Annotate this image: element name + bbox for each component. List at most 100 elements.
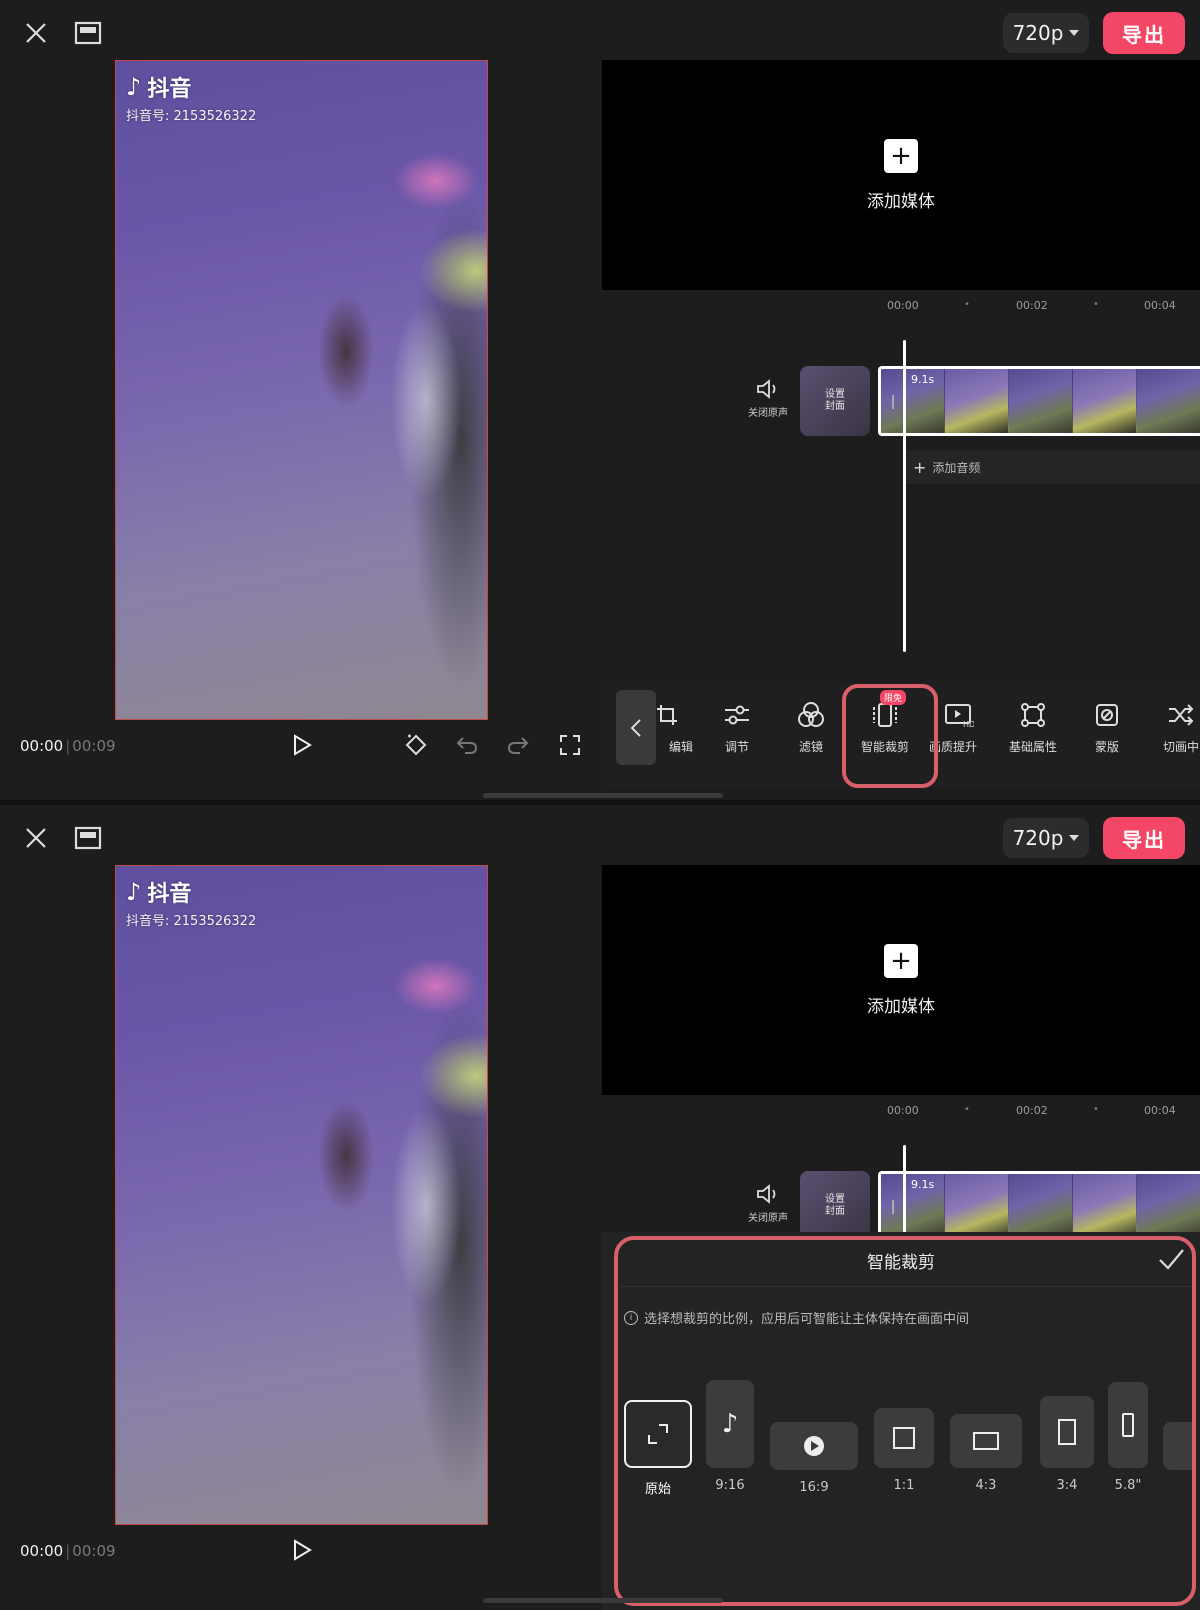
add-media-button[interactable]: + 添加媒体 xyxy=(602,60,1200,290)
ruler-dot: • xyxy=(1093,299,1099,310)
fullscreen-icon[interactable] xyxy=(553,728,587,762)
chevron-down-icon xyxy=(1069,30,1080,36)
crop-edit-icon xyxy=(652,700,682,730)
tool-filter[interactable]: 滤镜 xyxy=(776,700,846,755)
ruler-tick: 00:04 xyxy=(1144,1104,1176,1117)
tool-label: 调节 xyxy=(724,740,749,754)
add-audio-label: 添加音频 xyxy=(932,460,981,475)
timeline-ruler: 00:00 • 00:02 • 00:04 xyxy=(602,1101,1200,1121)
mute-original-button[interactable]: 关闭原声 xyxy=(743,1183,793,1224)
video-clip[interactable]: 9.1s xyxy=(878,366,1200,436)
set-cover-button[interactable]: 设置 封面 xyxy=(800,1171,870,1241)
tool-mask[interactable]: 蒙版 xyxy=(1072,700,1142,755)
cover-label: 封面 xyxy=(825,1206,845,1217)
smart-crop-highlight xyxy=(614,1236,1196,1606)
watermark-brand: 抖音 xyxy=(147,882,192,907)
ruler-tick: 00:02 xyxy=(1016,299,1048,312)
watermark: ♪ 抖音 抖音号: 2153526322 xyxy=(126,71,256,124)
add-audio-button[interactable]: + 添加音频 xyxy=(905,450,1200,484)
tool-label: 切画中 xyxy=(1162,740,1199,754)
resolution-dropdown[interactable]: 720p xyxy=(1003,818,1089,858)
current-time: 00:00 xyxy=(20,1542,64,1560)
plus-icon: + xyxy=(884,943,918,978)
ruler-tick: 00:02 xyxy=(1016,1104,1048,1117)
tiktok-logo-icon: ♪ xyxy=(126,73,142,101)
cover-label: 设置 xyxy=(825,389,845,400)
resolution-label: 720p xyxy=(1012,21,1064,45)
video-preview[interactable]: ♪ 抖音 抖音号: 2153526322 xyxy=(115,60,488,720)
smart-crop-highlight xyxy=(842,684,938,788)
tool-adjust[interactable]: 调节 xyxy=(702,700,772,755)
home-indicator xyxy=(483,793,723,798)
chevron-down-icon xyxy=(1069,835,1080,841)
resolution-label: 720p xyxy=(1012,826,1064,850)
video-clip[interactable]: 9.1s xyxy=(878,1171,1200,1241)
add-media-label: 添加媒体 xyxy=(867,191,935,212)
speaker-icon xyxy=(757,1184,776,1204)
speaker-icon xyxy=(757,379,776,399)
shuffle-icon xyxy=(1166,700,1196,730)
sliders-icon xyxy=(722,700,752,730)
cover-label: 设置 xyxy=(825,1194,845,1205)
playhead[interactable] xyxy=(903,1145,906,1235)
media-canvas: + 添加媒体 xyxy=(602,60,1200,290)
add-media-label: 添加媒体 xyxy=(867,996,935,1017)
resolution-dropdown[interactable]: 720p xyxy=(1003,13,1089,53)
ruler-tick: 00:04 xyxy=(1144,299,1176,312)
hd-icon: HD xyxy=(944,700,974,730)
play-icon[interactable] xyxy=(285,1533,319,1567)
set-cover-button[interactable]: 设置 封面 xyxy=(800,366,870,436)
export-button[interactable]: 导出 xyxy=(1103,817,1185,859)
tool-label: 蒙版 xyxy=(1094,740,1119,754)
total-time: 00:09 xyxy=(72,1542,116,1560)
export-button[interactable]: 导出 xyxy=(1103,12,1185,54)
watermark-id: 抖音号: 2153526322 xyxy=(126,914,257,929)
mute-original-button[interactable]: 关闭原声 xyxy=(743,378,793,419)
tiktok-logo-icon: ♪ xyxy=(126,878,142,906)
tool-label: 编辑 xyxy=(668,740,693,754)
ruler-dot: • xyxy=(964,1104,970,1115)
svg-text:HD: HD xyxy=(963,720,974,728)
clip-duration: 9.1s xyxy=(911,373,935,386)
watermark-brand: 抖音 xyxy=(147,77,192,102)
timeline-ruler: 00:00 • 00:02 • 00:04 xyxy=(602,296,1200,316)
ruler-tick: 00:00 xyxy=(887,1104,919,1117)
media-canvas: + 添加媒体 xyxy=(602,865,1200,1095)
editor-screen-1: 720p 导出 ♪ 抖音 抖音号: 2153526322 00:00 | 00:09 … xyxy=(0,0,1200,800)
clip-duration: 9.1s xyxy=(911,1178,935,1191)
tool-label: 滤镜 xyxy=(798,740,823,754)
tool-edit[interactable]: 编辑 xyxy=(632,700,702,755)
total-time: 00:09 xyxy=(72,737,116,755)
video-preview[interactable]: ♪ 抖音 抖音号: 2153526322 xyxy=(115,865,488,1525)
mute-label: 关闭原声 xyxy=(748,1213,788,1224)
ruler-dot: • xyxy=(964,299,970,310)
keyframe-icon[interactable] xyxy=(399,728,433,762)
undo-icon[interactable] xyxy=(450,728,484,762)
mute-label: 关闭原声 xyxy=(748,408,788,419)
add-media-button[interactable]: + 添加媒体 xyxy=(602,865,1200,1095)
timecode: 00:00 | 00:09 xyxy=(20,1542,116,1560)
filter-icon xyxy=(796,700,826,730)
close-icon[interactable] xyxy=(18,820,54,856)
current-time: 00:00 xyxy=(20,737,64,755)
watermark: ♪ 抖音 抖音号: 2153526322 xyxy=(126,876,256,929)
play-icon[interactable] xyxy=(285,728,319,762)
plus-icon: + xyxy=(884,138,918,173)
redo-icon[interactable] xyxy=(501,728,535,762)
home-indicator xyxy=(483,1598,723,1603)
watermark-id: 抖音号: 2153526322 xyxy=(126,109,257,124)
tool-label: 基础属性 xyxy=(1008,740,1057,754)
aspect-ratio-icon[interactable] xyxy=(70,15,106,51)
plus-icon: + xyxy=(913,457,927,477)
ruler-tick: 00:00 xyxy=(887,299,919,312)
close-icon[interactable] xyxy=(18,15,54,51)
ruler-dot: • xyxy=(1093,1104,1099,1115)
aspect-ratio-icon[interactable] xyxy=(70,820,106,856)
mask-icon xyxy=(1092,700,1122,730)
playhead[interactable] xyxy=(903,340,906,652)
transform-icon xyxy=(1018,700,1048,730)
timecode: 00:00 | 00:09 xyxy=(20,737,116,755)
tool-pip[interactable]: 切画中 xyxy=(1146,700,1200,755)
cover-label: 封面 xyxy=(825,401,845,412)
tool-basic-props[interactable]: 基础属性 xyxy=(998,700,1068,755)
